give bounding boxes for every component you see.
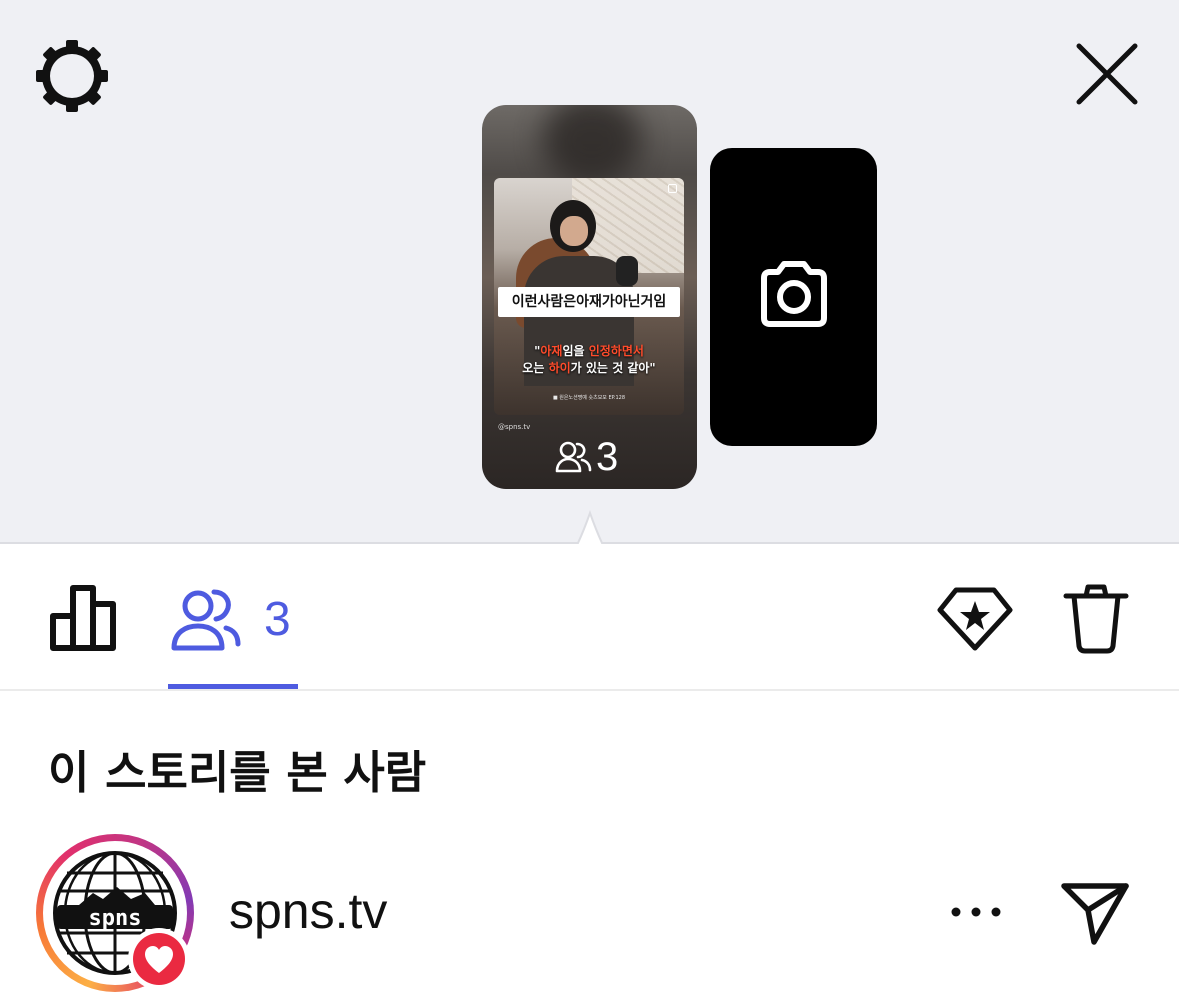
- person-face: [560, 216, 588, 246]
- story-background-blur: [542, 105, 642, 185]
- camera-icon: [761, 261, 827, 327]
- viewer-username[interactable]: spns.tv: [229, 882, 387, 940]
- gear-icon: [36, 40, 108, 112]
- story-preview-area: 이런사람은아재가아닌거임 "아재임을 인정하면서 오는 하이가 있는 것 같아"…: [0, 0, 1179, 543]
- send-message-button[interactable]: [1058, 878, 1132, 948]
- heart-icon: [145, 946, 173, 973]
- trash-icon: [1063, 584, 1129, 654]
- send-icon: [1061, 883, 1129, 945]
- corner-icon: [668, 184, 677, 193]
- avatar-logo-text: spns: [89, 906, 142, 931]
- more-options-button[interactable]: [946, 896, 1006, 928]
- story-viewer-count: 3: [554, 435, 618, 479]
- story-thumbnail[interactable]: 이런사람은아재가아닌거임 "아재임을 인정하면서 오는 하이가 있는 것 같아"…: [482, 105, 697, 489]
- add-to-highlight-button[interactable]: [936, 584, 1014, 654]
- settings-button[interactable]: [34, 38, 110, 114]
- story-caption: 이런사람은아재가아닌거임: [498, 287, 680, 317]
- selected-story-pointer: [548, 510, 632, 546]
- add-story-card[interactable]: [710, 148, 877, 446]
- tab-viewers[interactable]: 3: [168, 580, 298, 690]
- close-icon: [1076, 43, 1138, 105]
- people-icon: [171, 589, 241, 651]
- section-title: 이 스토리를 본 사람: [48, 746, 427, 799]
- microphone: [616, 256, 638, 286]
- close-button[interactable]: [1071, 38, 1143, 110]
- viewers-count: 3: [264, 593, 291, 646]
- story-source: ■ 원은노션명예 숏츠모모 EP.128: [552, 395, 626, 401]
- story-viewer-count-number: 3: [596, 434, 619, 479]
- people-icon: [555, 441, 592, 473]
- story-quote: "아재임을 인정하면서 오는 하이가 있는 것 같아": [522, 344, 656, 375]
- bar-chart-icon: [50, 585, 116, 651]
- tabs-divider: [0, 689, 1179, 691]
- reaction-badge: [128, 928, 190, 990]
- delete-button[interactable]: [1062, 582, 1130, 656]
- highlight-diamond-icon: [937, 587, 1013, 651]
- story-handle: @spns.tv: [498, 423, 531, 431]
- more-icon: [951, 907, 1001, 917]
- viewer-row[interactable]: spns spns.tv: [0, 830, 1179, 993]
- story-image: 이런사람은아재가아닌거임 "아재임을 인정하면서 오는 하이가 있는 것 같아"…: [494, 178, 684, 415]
- tab-insights[interactable]: [46, 580, 122, 656]
